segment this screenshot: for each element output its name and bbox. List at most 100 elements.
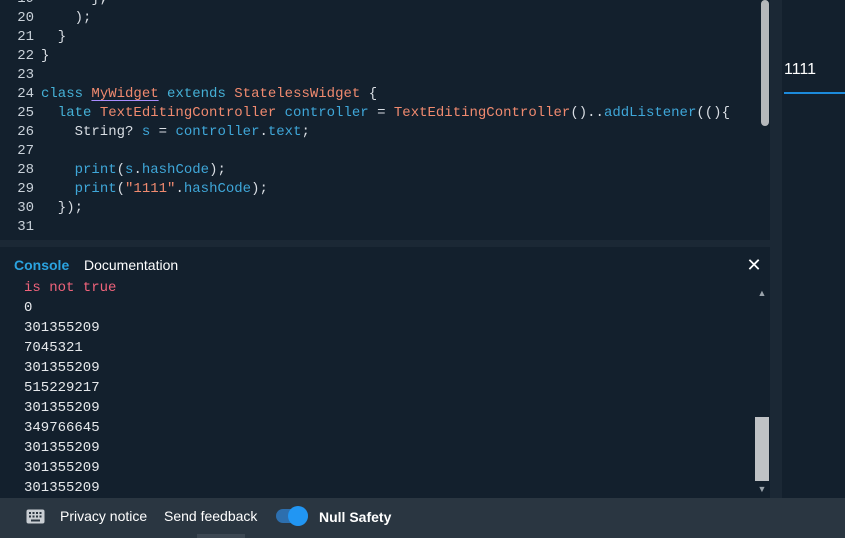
output-text: 1111: [784, 61, 817, 78]
null-safety-toggle[interactable]: [276, 505, 310, 526]
code-text: print("1111".hashCode);: [34, 180, 268, 199]
code-token: );: [251, 181, 268, 197]
code-token: }: [41, 29, 67, 45]
chevron-up-icon[interactable]: ▲: [754, 287, 770, 299]
console-line: 515229217: [24, 380, 100, 396]
code-token: =: [150, 124, 176, 140]
null-safety-label: Null Safety: [319, 509, 392, 525]
console-line: 301355209: [24, 440, 100, 456]
console-line: 301355209: [24, 320, 100, 336]
code-token: hashCode: [141, 162, 210, 178]
code-text: print(s.hashCode);: [34, 161, 226, 180]
code-token: TextEditingController: [393, 105, 571, 121]
code-token: TextEditingController: [99, 105, 277, 121]
code-token: String?: [41, 124, 142, 140]
editor-scrollbar[interactable]: [760, 0, 770, 240]
code-line: 29 print("1111".hashCode);: [0, 180, 760, 199]
line-number: 30: [17, 200, 34, 216]
console-line: 301355209: [24, 480, 100, 496]
code-text: }: [34, 47, 49, 66]
send-feedback-link[interactable]: Send feedback: [164, 508, 257, 524]
code-token: (: [116, 181, 126, 197]
console-line: 301355209: [24, 460, 100, 476]
line-number: 24: [17, 86, 34, 102]
code-token: },: [41, 0, 108, 7]
code-text: class MyWidget extends StatelessWidget {: [34, 85, 377, 104]
chevron-down-icon[interactable]: ▼: [754, 483, 770, 495]
footer-indicator: [197, 534, 245, 538]
code-line: 26 String? s = controller.text;: [0, 123, 760, 142]
code-token: extends: [158, 86, 235, 102]
code-token: }: [41, 48, 50, 64]
line-number: 23: [17, 67, 34, 83]
horizontal-splitter[interactable]: [0, 240, 770, 247]
keyboard-icon[interactable]: [26, 509, 45, 524]
code-line: 24 class MyWidget extends StatelessWidget…: [0, 85, 760, 104]
console-error-line: is not true: [24, 280, 117, 296]
line-number: 26: [17, 124, 34, 140]
code-editor[interactable]: 19 },20 );21 }22}2324class MyWidget exte…: [0, 0, 780, 240]
console-scrollbar-thumb[interactable]: [755, 417, 769, 481]
code-token: StatelessWidget: [234, 86, 361, 102]
editor-scrollbar-thumb[interactable]: [761, 0, 769, 126]
code-text: });: [34, 199, 83, 218]
code-text: String? s = controller.text;: [34, 123, 310, 142]
code-token: controller: [276, 105, 378, 121]
console-panel: Console Documentation ✕ is not true 0 3013…: [0, 247, 770, 498]
console-line: 7045321: [24, 340, 83, 356]
tab-documentation[interactable]: Documentation: [84, 257, 178, 273]
vertical-splitter[interactable]: [770, 0, 782, 498]
code-token: addListener: [603, 105, 697, 121]
line-number: 25: [17, 105, 34, 121]
line-number: 28: [17, 162, 34, 178]
line-number: 21: [17, 29, 34, 45]
code-text: late TextEditingController controller = …: [34, 104, 730, 123]
code-token: "1111": [125, 181, 176, 197]
output-pane: 1111: [782, 0, 845, 498]
code-line: 25 late TextEditingController controller…: [0, 104, 760, 123]
code-token: print: [74, 181, 117, 197]
close-icon[interactable]: ✕: [745, 256, 763, 274]
code-token: MyWidget: [91, 86, 159, 102]
code-token: {: [360, 86, 378, 102]
code-token: class: [41, 86, 92, 102]
line-number: 27: [17, 143, 34, 159]
code-token: .: [259, 124, 268, 140]
code-token: .: [133, 162, 142, 178]
code-token: text: [267, 124, 302, 140]
code-token: s: [141, 124, 151, 140]
dartpad-window: 19 },20 );21 }22}2324class MyWidget exte…: [0, 0, 845, 538]
line-number: 29: [17, 181, 34, 197]
code-token: );: [41, 10, 92, 26]
line-number: 20: [17, 10, 34, 26]
code-text: },: [34, 0, 108, 9]
console-scrollbar[interactable]: ▲ ▼: [754, 283, 770, 498]
line-number: 19: [0, 0, 34, 9]
code-token: (: [116, 162, 126, 178]
code-token: .: [175, 181, 184, 197]
code-line: 27: [0, 142, 760, 161]
console-line: 349766645: [24, 420, 100, 436]
code-line: 31: [0, 218, 760, 237]
code-token: );: [209, 162, 226, 178]
code-token: late: [41, 105, 100, 121]
code-token: ((){: [696, 105, 730, 121]
line-number: 31: [17, 219, 34, 235]
code-token: print: [74, 162, 117, 178]
code-line: 28 print(s.hashCode);: [0, 161, 760, 180]
footer-bar: Privacy notice Send feedback Null Safety: [0, 498, 845, 538]
console-line: 301355209: [24, 400, 100, 416]
tab-console[interactable]: Console: [14, 257, 69, 273]
code-line: 21 }: [0, 28, 760, 47]
code-line: 30 });: [0, 199, 760, 218]
code-line: 20 );: [0, 9, 760, 28]
code-token: ()..: [570, 105, 604, 121]
console-tab-bar: Console Documentation ✕: [0, 247, 770, 281]
code-line: 19 },: [0, 0, 760, 9]
privacy-notice-link[interactable]: Privacy notice: [60, 508, 147, 524]
